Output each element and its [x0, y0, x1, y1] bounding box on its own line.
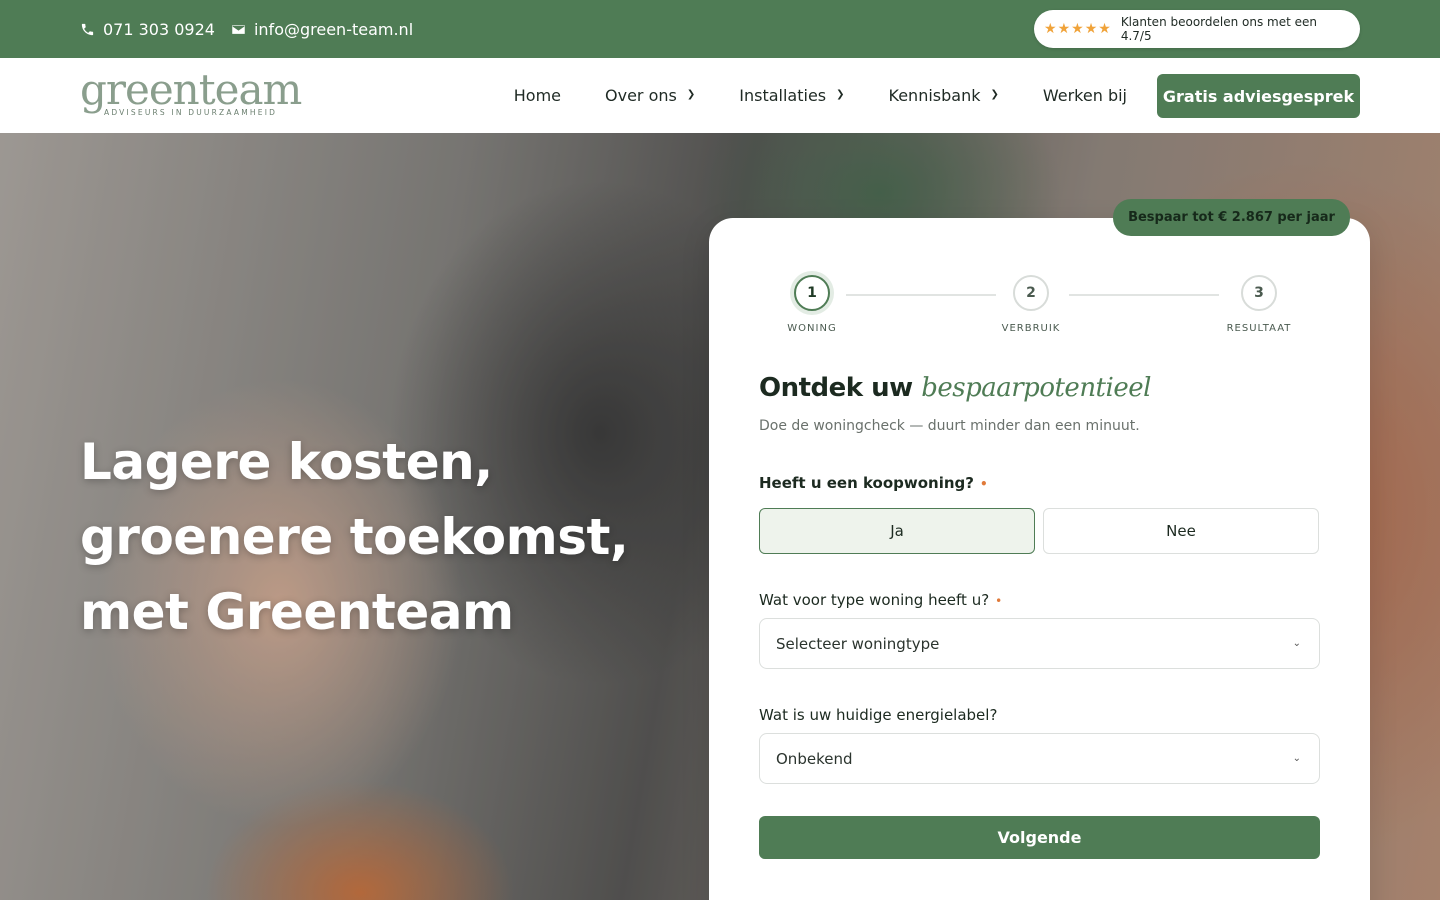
savings-check-form: 1 WONING 2 VERBRUIK 3 RESULTAAT Ontdek u… — [709, 218, 1370, 900]
headline-line: met Greenteam — [80, 583, 514, 641]
question-owner-label: Heeft u een koopwoning? • — [759, 474, 988, 492]
star-icon: ★ — [1084, 21, 1098, 37]
contact-info: 071 303 0924 info@green-team.nl — [80, 0, 413, 58]
logo-tagline: ADVISEURS IN DUURZAAMHEID — [104, 108, 278, 117]
nav-label: Installaties — [739, 86, 827, 105]
nav-label: Home — [513, 86, 562, 105]
step-number: 3 — [1241, 275, 1277, 311]
step-resultaat[interactable]: 3 RESULTAAT — [1214, 275, 1304, 334]
step-label: RESULTAAT — [1226, 323, 1292, 334]
nav-item-installaties[interactable]: Installaties ❯ — [739, 86, 844, 105]
select-value: Selecteer woningtype — [776, 634, 940, 653]
star-icon: ★ — [1098, 21, 1111, 37]
step-connector — [1069, 294, 1219, 296]
main-navigation: greenteam ADVISEURS IN DUURZAAMHEID Home… — [0, 58, 1440, 133]
home-type-select[interactable]: Selecteer woningtype ⌄ — [759, 618, 1320, 669]
question-text: Heeft u een koopwoning? — [759, 474, 974, 492]
step-label: WONING — [787, 323, 837, 334]
free-consultation-button[interactable]: Gratis adviesgesprek — [1157, 74, 1360, 118]
email-link[interactable]: info@green-team.nl — [231, 20, 413, 39]
progress-steps: 1 WONING 2 VERBRUIK 3 RESULTAAT — [759, 275, 1319, 345]
email-address: info@green-team.nl — [253, 19, 414, 39]
nav-label: Over ons — [605, 86, 677, 105]
owner-no-button[interactable]: Nee — [1043, 508, 1319, 554]
form-subtitle: Doe de woningcheck — duurt minder dan ee… — [759, 418, 1140, 434]
logo[interactable]: greenteam ADVISEURS IN DUURZAAMHEID — [80, 65, 302, 122]
step-woning[interactable]: 1 WONING — [767, 275, 857, 334]
nav-item-kennisbank[interactable]: Kennisbank ❯ — [889, 86, 999, 105]
next-button[interactable]: Volgende — [759, 816, 1320, 859]
nav-menu: Home Over ons ❯ Installaties ❯ Kennisban… — [514, 58, 1127, 133]
required-marker: • — [980, 477, 988, 491]
question-home-type-label: Wat voor type woning heeft u? • — [759, 591, 1002, 609]
form-title: Ontdek uw bespaarpotentieel — [759, 373, 1151, 403]
logo-wordmark: greenteam — [80, 65, 302, 114]
form-title-accent: bespaarpotentieel — [921, 373, 1151, 403]
nav-label: Kennisbank — [888, 86, 981, 105]
step-label: VERBRUIK — [1001, 323, 1061, 334]
star-icon: ★ — [1044, 21, 1057, 37]
form-title-plain: Ontdek uw — [759, 373, 913, 403]
nav-item-home[interactable]: Home — [514, 86, 561, 105]
step-verbruik[interactable]: 2 VERBRUIK — [986, 275, 1076, 334]
question-text: Wat is uw huidige energielabel? — [759, 706, 998, 724]
nav-item-werken-bij[interactable]: Werken bij — [1043, 86, 1127, 105]
energy-label-select[interactable]: Onbekend ⌄ — [759, 733, 1320, 784]
chevron-down-icon: ⌄ — [1292, 753, 1301, 764]
question-energy-label-label: Wat is uw huidige energielabel? — [759, 706, 997, 724]
step-number: 1 — [794, 275, 830, 311]
hero-headline: Lagere kosten, groenere toekomst, met Gr… — [80, 425, 640, 650]
phone-number: 071 303 0924 — [103, 19, 215, 39]
rating-text: Klanten beoordelen ons met een 4.7/5 — [1120, 15, 1318, 43]
savings-badge: Bespaar tot € 2.867 per jaar — [1113, 199, 1350, 236]
star-icon: ★ — [1057, 21, 1071, 37]
owner-yes-button[interactable]: Ja — [759, 508, 1035, 554]
phone-icon — [81, 23, 94, 35]
step-number: 2 — [1013, 275, 1049, 311]
step-connector — [846, 294, 996, 296]
chevron-down-icon: ❯ — [990, 89, 999, 100]
phone-link[interactable]: 071 303 0924 — [80, 20, 215, 39]
envelope-icon — [232, 24, 245, 34]
headline-line: groenere toekomst, — [80, 508, 629, 566]
nav-label: Werken bij — [1042, 86, 1127, 105]
chevron-down-icon: ⌄ — [1292, 638, 1301, 649]
rating-badge[interactable]: ★ ★ ★ ★ ★ Klanten beoordelen ons met een… — [1034, 10, 1360, 48]
top-bar: 071 303 0924 info@green-team.nl ★ ★ ★ ★ … — [0, 0, 1440, 58]
headline-line: Lagere kosten, — [80, 433, 493, 491]
star-rating: ★ ★ ★ ★ ★ — [1044, 22, 1111, 36]
question-text: Wat voor type woning heeft u? — [759, 591, 990, 609]
select-value: Onbekend — [776, 749, 853, 768]
chevron-down-icon: ❯ — [836, 89, 845, 100]
hero-section: Lagere kosten, groenere toekomst, met Gr… — [0, 133, 1440, 900]
nav-item-over-ons[interactable]: Over ons ❯ — [605, 86, 695, 105]
star-icon: ★ — [1071, 21, 1084, 37]
chevron-down-icon: ❯ — [686, 89, 696, 100]
required-marker: • — [995, 594, 1003, 608]
